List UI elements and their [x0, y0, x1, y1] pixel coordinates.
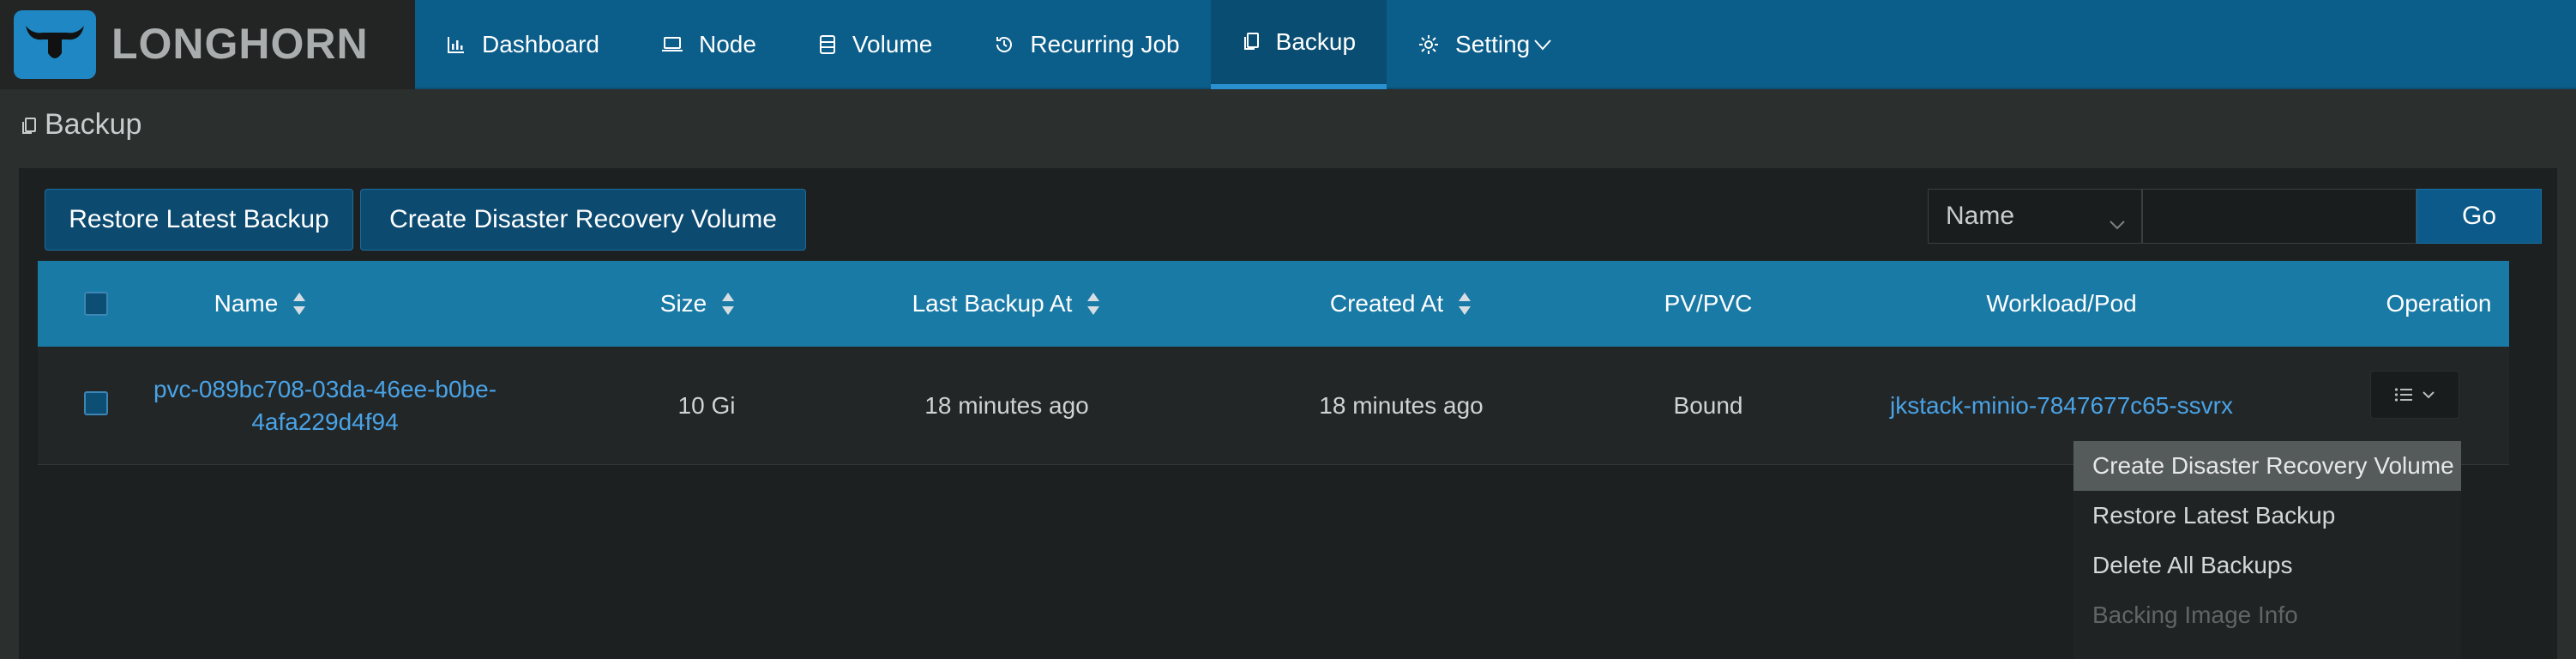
- nav-recurring-job-label: Recurring Job: [1030, 31, 1180, 57]
- longhorn-logo-icon: [14, 10, 96, 79]
- list-icon: [2394, 387, 2417, 402]
- nav-dashboard[interactable]: Dashboard: [415, 0, 630, 89]
- menu-item-backing-image-info: Backing Image Info: [2092, 602, 2298, 628]
- nav-setting-label: Setting: [1455, 31, 1531, 57]
- nav-volume-label: Volume: [852, 31, 933, 57]
- row-pv-pvc-status: Bound: [1673, 392, 1743, 419]
- select-all-checkbox[interactable]: [84, 292, 108, 316]
- logo[interactable]: LONGHORN: [0, 0, 415, 89]
- menu-item-restore-latest-backup[interactable]: Restore Latest Backup: [2073, 491, 2461, 541]
- row-checkbox[interactable]: [84, 391, 108, 415]
- database-icon: [818, 34, 837, 55]
- col-name[interactable]: Name: [123, 261, 398, 347]
- col-workload-pod: Workload/Pod: [1986, 290, 2137, 317]
- brand-name: LONGHORN: [111, 20, 369, 68]
- create-dr-volume-button[interactable]: Create Disaster Recovery Volume: [360, 189, 806, 251]
- menu-item-create-dr-volume[interactable]: Create Disaster Recovery Volume: [2073, 441, 2461, 491]
- col-pv-pvc: PV/PVC: [1664, 290, 1753, 317]
- search-input[interactable]: [2142, 189, 2417, 244]
- search-field-select[interactable]: Name: [1928, 189, 2142, 244]
- copy-icon: [1242, 32, 1261, 52]
- chevron-down-icon: [2422, 390, 2435, 400]
- col-operation: Operation: [2386, 290, 2492, 317]
- nav-node-label: Node: [698, 31, 756, 57]
- sort-icon: [292, 291, 307, 317]
- row-size: 10 Gi: [677, 392, 736, 419]
- table-header: Name Size Last Backup At Created At PV/P…: [38, 261, 2509, 347]
- col-last-backup-at[interactable]: Last Backup At: [878, 261, 1135, 347]
- copy-icon: [21, 115, 38, 136]
- operation-menu-button[interactable]: [2370, 371, 2459, 419]
- sort-icon: [720, 291, 736, 317]
- col-size[interactable]: Size: [621, 261, 775, 347]
- nav-dashboard-label: Dashboard: [482, 31, 599, 57]
- sort-icon: [1086, 291, 1101, 317]
- nav-recurring-job[interactable]: Recurring Job: [963, 0, 1210, 89]
- clock-history-icon: [994, 34, 1014, 55]
- nav-node[interactable]: Node: [630, 0, 787, 89]
- laptop-icon: [661, 34, 683, 55]
- chevron-down-icon: [1533, 38, 1552, 51]
- page-title: Backup: [21, 108, 141, 142]
- page-title-text: Backup: [45, 108, 142, 141]
- row-last-backup-at: 18 minutes ago: [924, 392, 1089, 419]
- bar-chart-icon: [446, 34, 466, 55]
- backup-volume-name-link[interactable]: pvc-089bc708-03da-46ee-b0be- 4afa229d4f9…: [141, 347, 509, 465]
- col-created-at[interactable]: Created At: [1290, 261, 1513, 347]
- chevron-down-icon: [2109, 209, 2126, 238]
- sort-icon: [1457, 291, 1472, 317]
- nav-backup[interactable]: Backup: [1210, 0, 1387, 89]
- gear-icon: [1417, 33, 1440, 56]
- nav-backup-label: Backup: [1275, 28, 1357, 55]
- nav-setting[interactable]: Setting: [1387, 0, 1583, 89]
- row-created-at: 18 minutes ago: [1319, 392, 1484, 419]
- search-field-value: Name: [1946, 202, 2015, 230]
- main-nav: Dashboard Node Volume Recurring Job Back…: [415, 0, 1583, 89]
- restore-latest-backup-button[interactable]: Restore Latest Backup: [45, 189, 353, 251]
- menu-item-delete-all-backups[interactable]: Delete All Backups: [2073, 541, 2461, 590]
- go-button[interactable]: Go: [2417, 189, 2542, 244]
- top-navbar: LONGHORN Dashboard Node Volume Recurring…: [0, 0, 2576, 89]
- operation-dropdown-menu: Create Disaster Recovery Volume Restore …: [2073, 441, 2461, 659]
- nav-volume[interactable]: Volume: [787, 0, 963, 89]
